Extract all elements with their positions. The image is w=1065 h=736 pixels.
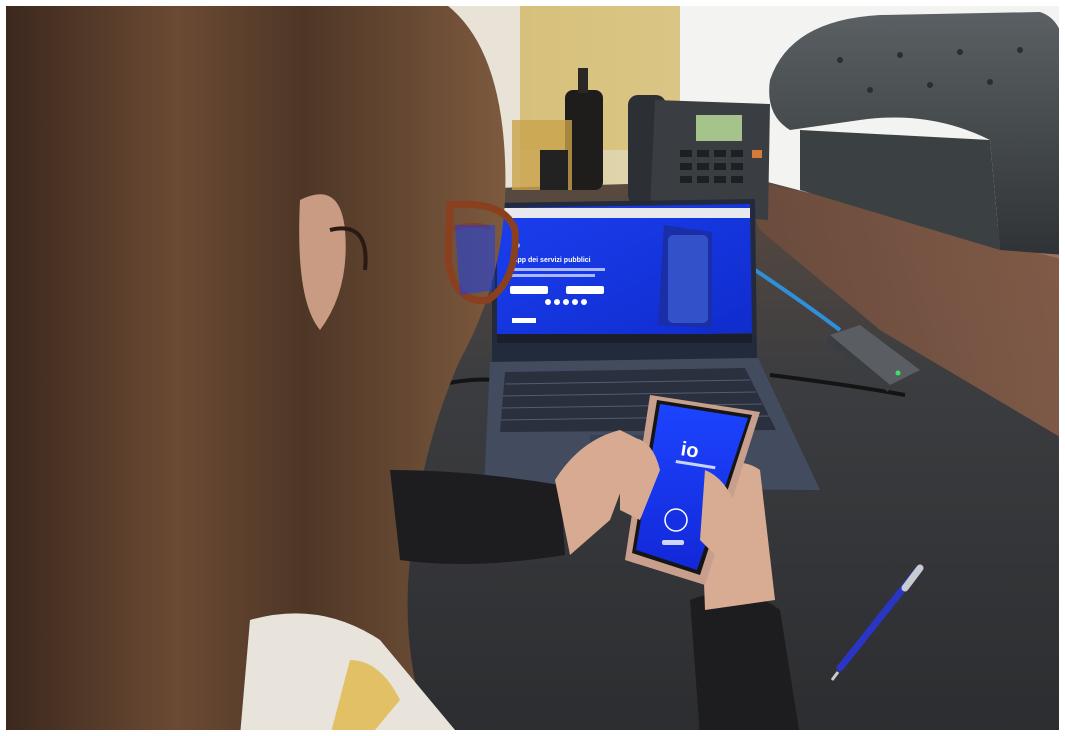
laptop-headline: l'app dei servizi pubblici	[510, 257, 591, 264]
phone-logo: io	[679, 438, 700, 463]
office-photo: io l'app dei servizi pubblici io	[0, 0, 1065, 736]
